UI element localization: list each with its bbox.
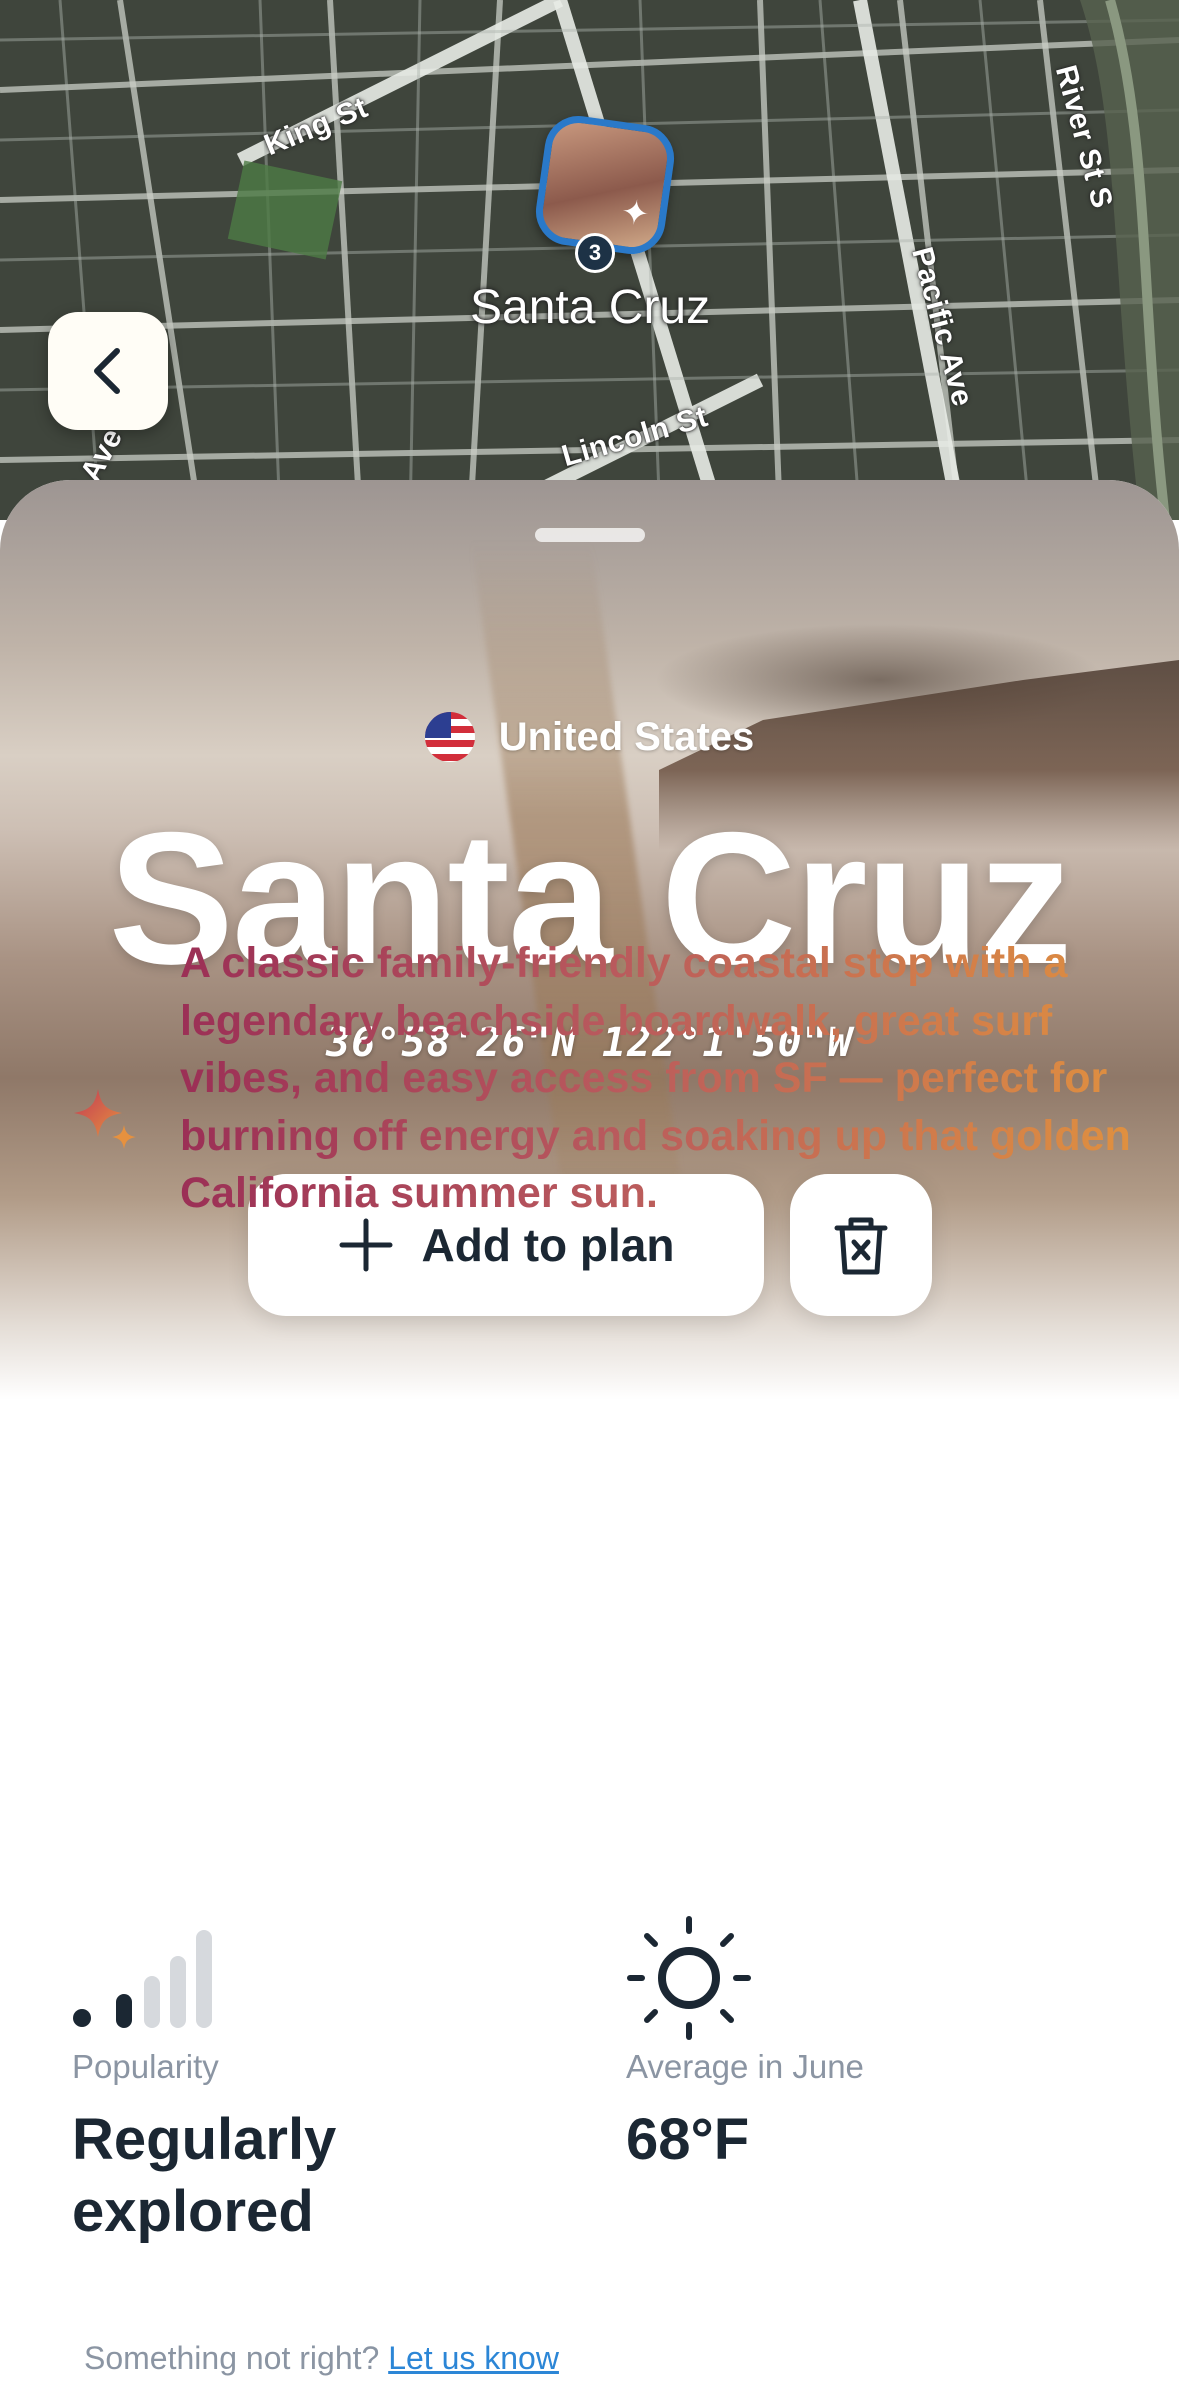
feedback-prompt: Something not right? [84,2340,380,2376]
weather-text: Average in June 68°F [626,2048,1086,2176]
back-button[interactable] [48,312,168,430]
popularity-text: Popularity Regularly explored [72,2048,532,2248]
place-detail-sheet: United States Santa Cruz 36°58'26"N 122°… [0,480,1179,2396]
sparkle-icon: ✦ [618,192,652,235]
signal-bars-icon [73,1930,212,2028]
pin-count-badge: 3 [575,233,615,273]
chevron-left-icon [94,348,120,394]
map-view[interactable]: King St Lincoln St Pacific Ave River St … [0,0,1179,520]
weather-label: Average in June [626,2048,864,2085]
popularity-stat [72,1922,532,2037]
us-flag-icon [424,712,475,762]
ai-sparkle-icon [74,1089,136,1149]
sheet-drag-handle[interactable] [535,528,645,542]
weather-stat [626,1915,1086,2046]
map-city-label: Santa Cruz [470,281,711,334]
feedback-link[interactable]: Let us know [388,2340,559,2376]
plus-icon [339,1218,393,1272]
place-description: A classic family-friendly coastal stop w… [180,935,1140,1223]
popularity-label: Popularity [72,2048,219,2085]
country-row: United States [0,712,1179,762]
weather-value: 68°F [626,2107,750,2172]
country-name: United States [498,714,755,759]
sun-icon [627,1916,751,2040]
feedback-row: Something not right? Let us know [84,2340,559,2377]
popularity-value: Regularly explored [72,2107,337,2244]
add-to-plan-label: Add to plan [421,1219,675,1271]
